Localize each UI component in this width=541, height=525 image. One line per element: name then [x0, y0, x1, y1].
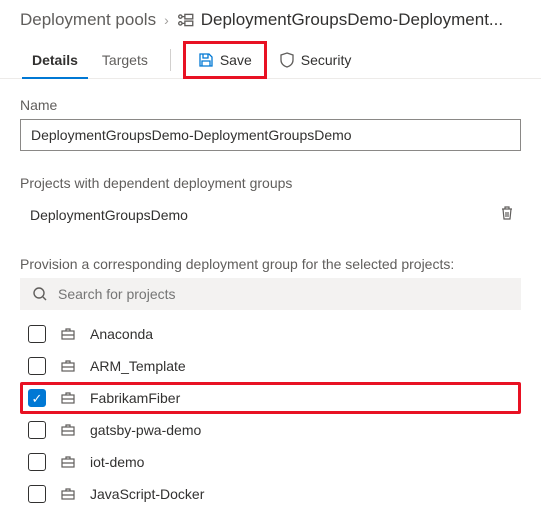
name-input[interactable] — [20, 119, 521, 151]
breadcrumb-root[interactable]: Deployment pools — [20, 10, 156, 30]
project-name: JavaScript-Docker — [90, 486, 204, 502]
briefcase-icon — [60, 486, 76, 502]
name-label: Name — [20, 97, 521, 113]
provision-section: Provision a corresponding deployment gro… — [0, 238, 541, 314]
project-list: Anaconda ARM_Template FabrikamFiber gats… — [0, 314, 541, 520]
list-item[interactable]: iot-demo — [20, 446, 521, 478]
security-button[interactable]: Security — [269, 46, 362, 74]
dependent-item: DeploymentGroupsDemo — [20, 197, 521, 232]
project-name: Anaconda — [90, 326, 153, 342]
name-section: Name — [0, 79, 541, 157]
project-name: FabrikamFiber — [90, 390, 180, 406]
briefcase-icon — [60, 326, 76, 342]
checkbox[interactable] — [28, 325, 46, 343]
chevron-right-icon: › — [164, 12, 169, 28]
save-label: Save — [220, 52, 252, 68]
save-button[interactable]: Save — [188, 46, 262, 74]
toolbar: Details Targets Save Security — [0, 38, 541, 79]
briefcase-icon — [60, 390, 76, 406]
checkbox[interactable] — [28, 421, 46, 439]
list-item[interactable]: JavaScript-Docker — [20, 478, 521, 510]
tab-targets[interactable]: Targets — [90, 42, 160, 78]
checkbox[interactable] — [28, 389, 46, 407]
dependent-item-name: DeploymentGroupsDemo — [30, 207, 188, 223]
briefcase-icon — [60, 358, 76, 374]
tab-details[interactable]: Details — [20, 42, 90, 78]
briefcase-icon — [60, 422, 76, 438]
checkbox[interactable] — [28, 453, 46, 471]
briefcase-icon — [60, 454, 76, 470]
project-name: ARM_Template — [90, 358, 186, 374]
shield-icon — [279, 52, 295, 68]
checkbox[interactable] — [28, 357, 46, 375]
project-name: gatsby-pwa-demo — [90, 422, 201, 438]
trash-icon — [499, 205, 515, 221]
pool-icon — [177, 11, 195, 29]
search-input[interactable] — [58, 286, 509, 302]
list-item[interactable]: ARM_Template — [20, 350, 521, 382]
dependent-label: Projects with dependent deployment group… — [20, 175, 521, 191]
project-name: iot-demo — [90, 454, 144, 470]
search-icon — [32, 286, 48, 302]
search-wrap — [20, 278, 521, 310]
checkbox[interactable] — [28, 485, 46, 503]
breadcrumb: Deployment pools › DeploymentGroupsDemo-… — [0, 0, 541, 38]
delete-button[interactable] — [499, 205, 515, 224]
dependent-section: Projects with dependent deployment group… — [0, 157, 541, 238]
save-icon — [198, 52, 214, 68]
security-label: Security — [301, 52, 352, 68]
list-item[interactable]: Anaconda — [20, 318, 521, 350]
list-item[interactable]: FabrikamFiber — [20, 382, 521, 414]
provision-label: Provision a corresponding deployment gro… — [20, 256, 521, 272]
highlight-save: Save — [183, 41, 267, 79]
breadcrumb-current-label: DeploymentGroupsDemo-Deployment... — [201, 10, 503, 30]
divider — [170, 49, 171, 71]
list-item[interactable]: gatsby-pwa-demo — [20, 414, 521, 446]
breadcrumb-current: DeploymentGroupsDemo-Deployment... — [177, 10, 503, 30]
